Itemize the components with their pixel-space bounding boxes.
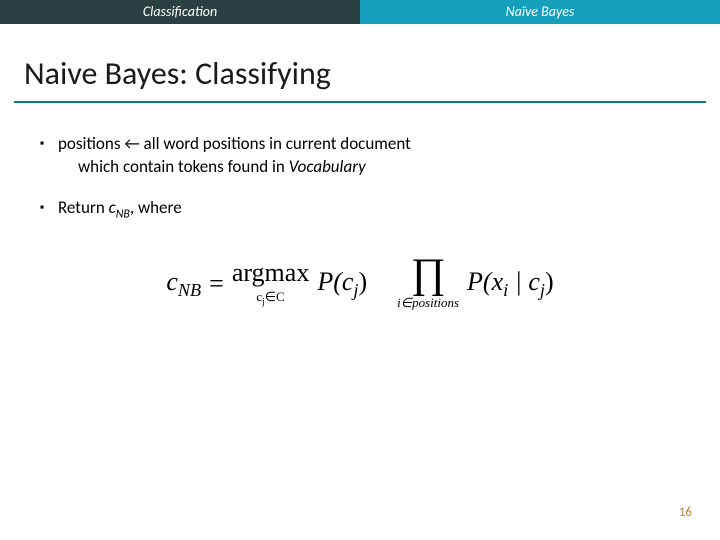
t: ) [545,267,554,296]
t: ) [358,267,367,296]
t: P(c [317,267,353,296]
t: P(x [467,267,503,296]
product: ∏ i∈positions [397,258,459,309]
sub-nb: NB [178,280,201,300]
text: all word positions in current document [140,133,411,154]
t: | c [508,267,540,296]
bullet-line2: which contain tokens found in Vocabulary [58,156,680,179]
bullet-body: positions ← all word positions in curren… [58,133,680,179]
equals: = [209,266,224,301]
tab-naive-bayes: Naïve Bayes [360,0,720,24]
text: Return [58,197,109,218]
tab-classification: Classification [0,0,360,24]
likelihood-term: P(xi | cj) [467,264,554,303]
var-c: c [109,197,116,218]
arrow-icon: ← [124,133,139,154]
bullet-mark-icon: ▪ [40,197,58,222]
slide: Classification Naïve Bayes Naive Bayes: … [0,0,720,540]
prior-term: P(cj) [317,264,367,303]
bullet-mark-icon: ▪ [40,133,58,179]
var-c: c [166,267,178,296]
slide-content: ▪ positions ← all word positions in curr… [0,103,720,309]
text: positions [58,133,124,154]
slide-title: Naive Bayes: Classifying [24,54,720,93]
sub-nb: NB [116,207,130,221]
product-domain: i∈positions [397,296,459,309]
lhs: cNB [166,264,201,303]
bullet-body: Return cNB, where [58,197,680,222]
header-tabs: Classification Naïve Bayes [0,0,720,24]
bullet-return: ▪ Return cNB, where [40,197,680,222]
bullet-positions: ▪ positions ← all word positions in curr… [40,133,680,179]
text: which contain tokens found in [78,156,289,177]
argmax: argmax cj∈C [232,260,310,307]
formula: cNB = argmax cj∈C P(cj) ∏ i∈positions [40,258,680,309]
page-number: 16 [679,505,692,520]
text: , where [130,197,182,218]
argmax-label: argmax [232,260,310,286]
product-symbol-icon: ∏ [411,258,446,292]
argmax-domain: cj∈C [256,290,284,307]
vocabulary-term: Vocabulary [289,156,366,177]
t: ∈C [265,289,285,304]
